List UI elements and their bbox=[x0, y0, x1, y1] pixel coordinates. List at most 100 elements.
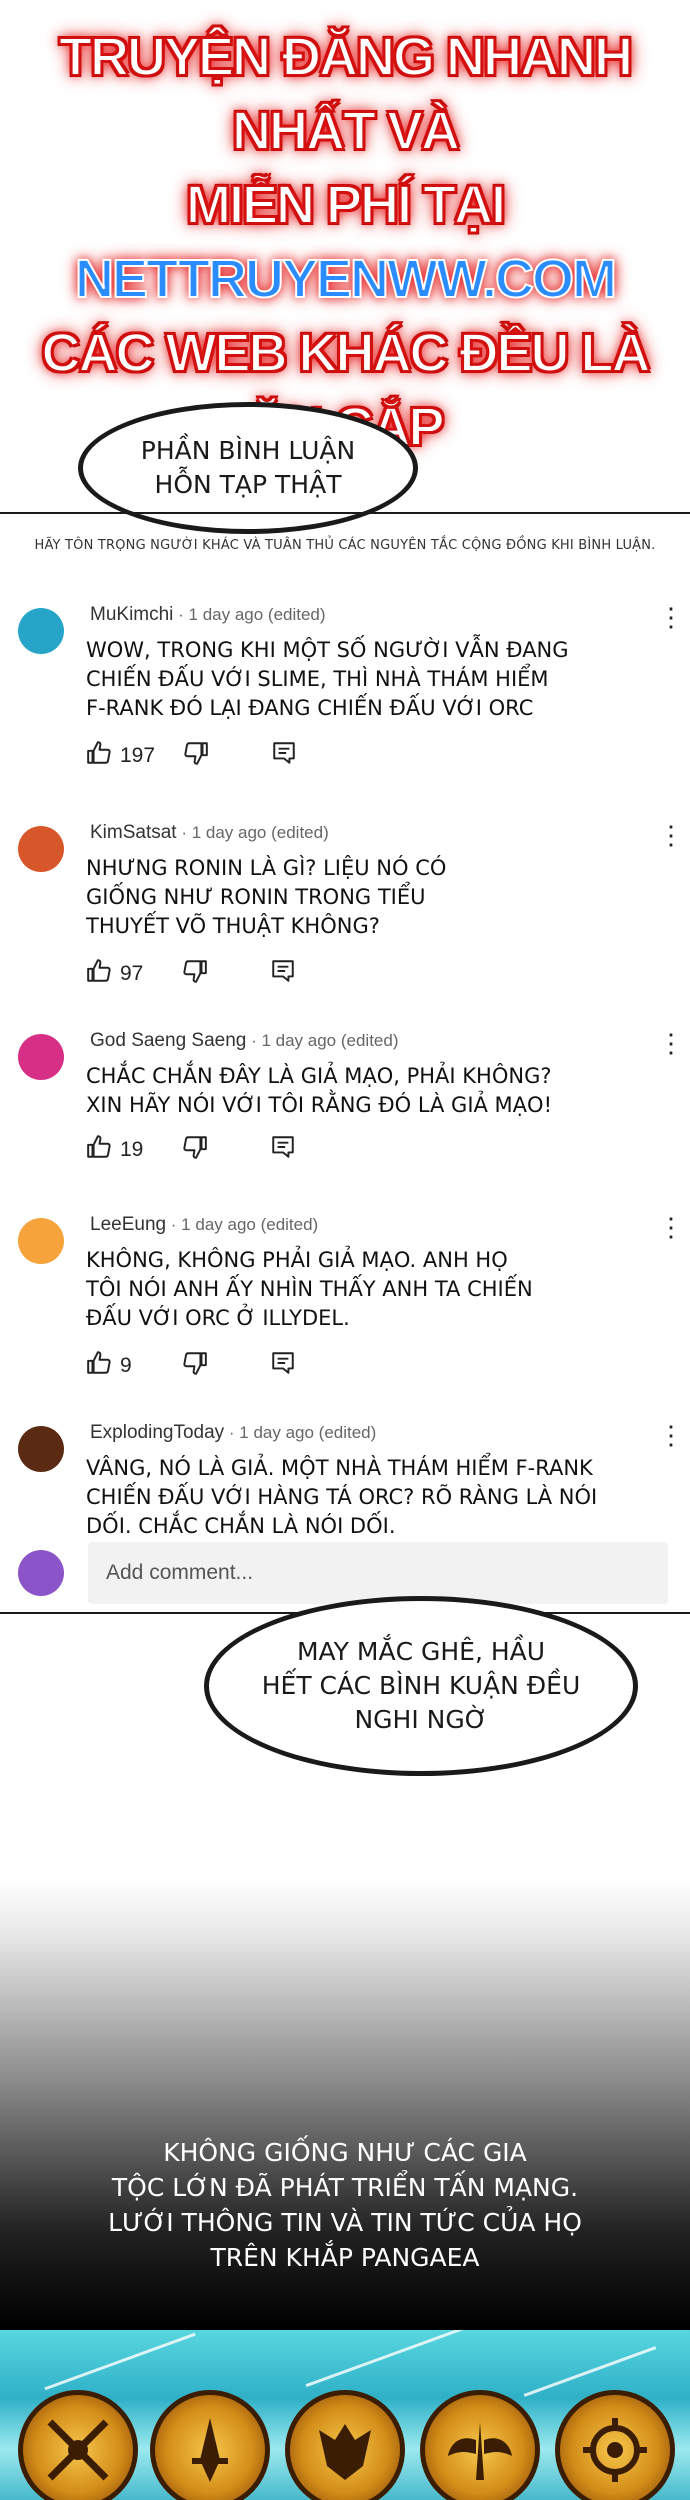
comment-text: KHÔNG, KHÔNG PHẢI GIẢ MẠO. ANH HỌ TÔI NÓI… bbox=[86, 1246, 646, 1333]
thumbs-up-icon bbox=[86, 1350, 112, 1381]
more-vertical-icon[interactable]: ⋮ bbox=[658, 1030, 684, 1060]
comment-text-line: CHIẾN ĐẤU VỚI SLIME, THÌ NHÀ THÁM HIỂM bbox=[86, 667, 549, 691]
banner-line-1: TRUYỆN ĐĂNG NHANH NHẤT VÀ bbox=[58, 26, 634, 162]
dislike-button[interactable] bbox=[182, 958, 208, 989]
guild-emblem-swords bbox=[18, 2390, 138, 2500]
avatar[interactable] bbox=[18, 1426, 64, 1472]
comment-item: KimSatsat · 1 day ago (edited) ⋮ NHƯNG RON… bbox=[18, 822, 684, 985]
thumbs-up-icon bbox=[86, 958, 112, 989]
banner-site-link[interactable]: NETTRUYENWW.COM bbox=[74, 248, 618, 310]
like-count: 97 bbox=[120, 961, 144, 985]
add-comment-input[interactable]: Add comment... bbox=[88, 1542, 668, 1604]
bubble-mid-line-3: NGHI NGỜ bbox=[354, 1705, 488, 1734]
narration-line-4: TRÊN KHẮP PANGAEA bbox=[210, 2243, 480, 2272]
add-comment-row: Add comment... bbox=[18, 1542, 668, 1606]
avatar[interactable] bbox=[18, 1034, 64, 1080]
dislike-button[interactable] bbox=[182, 1134, 208, 1165]
comment-text-line: VÂNG, NÓ LÀ GIẢ. MỘT NHÀ THÁM HIỂM F-RAN… bbox=[86, 1456, 593, 1480]
comment-header: KimSatsat · 1 day ago (edited) bbox=[90, 822, 329, 844]
comment-header: God Saeng Saeng · 1 day ago (edited) bbox=[90, 1030, 399, 1052]
avatar[interactable] bbox=[18, 1218, 64, 1264]
reply-icon bbox=[271, 740, 297, 771]
like-button[interactable]: 9 bbox=[86, 1350, 154, 1381]
comment-actions: 97 bbox=[86, 958, 296, 989]
comment-item: MuKimchi · 1 day ago (edited) ⋮ WOW, TRONG… bbox=[18, 604, 684, 767]
comment-text: VÂNG, NÓ LÀ GIẢ. MỘT NHÀ THÁM HIỂM F-RAN… bbox=[86, 1454, 646, 1541]
comment-text-line: CHẮC CHẮN ĐÂY LÀ GIẢ MẠO, PHẢI KHÔNG? bbox=[86, 1064, 552, 1088]
comment-actions: 9 bbox=[86, 1350, 296, 1381]
watermark-banner: TRUYỆN ĐĂNG NHANH NHẤT VÀ MIỄN PHÍ TẠI N… bbox=[40, 20, 652, 458]
comment-username[interactable]: God Saeng Saeng bbox=[90, 1030, 246, 1051]
reply-icon bbox=[270, 1134, 296, 1165]
narration-line-2: TỘC LỚN ĐÃ PHÁT TRIỂN TẤN MẠNG. bbox=[111, 2173, 579, 2202]
like-button[interactable]: 197 bbox=[86, 740, 155, 771]
narration-caption: KHÔNG GIỐNG NHƯ CÁC GIA TỘC LỚN ĐÃ PHÁT … bbox=[60, 2135, 630, 2275]
reply-button[interactable] bbox=[270, 1134, 296, 1165]
comment-text-line: THUYẾT VÕ THUẬT KHÔNG? bbox=[86, 914, 380, 938]
bubble-top-line-2: HỖN TẠP THẬT bbox=[154, 470, 342, 499]
comment-text-line: KHÔNG, KHÔNG PHẢI GIẢ MẠO. ANH HỌ bbox=[86, 1248, 508, 1272]
comment-actions: 197 bbox=[86, 740, 297, 771]
comment-actions: 19 bbox=[86, 1134, 296, 1165]
comment-item: God Saeng Saeng · 1 day ago (edited) ⋮ CHẮ… bbox=[18, 1030, 684, 1190]
comment-text-line: ĐẤU VỚI ORC Ở ILLYDEL. bbox=[86, 1306, 350, 1330]
bubble-top-line-1: PHẦN BÌNH LUẬN bbox=[140, 436, 356, 465]
comment-item: LeeEung · 1 day ago (edited) ⋮ KHÔNG, KHÔN… bbox=[18, 1214, 684, 1377]
thumbs-down-icon bbox=[182, 1134, 208, 1165]
speech-bubble-mid: MAY MẮC GHÊ, HẦU HẾT CÁC BÌNH KUẬN ĐỀU N… bbox=[204, 1596, 638, 1776]
thumbs-down-icon bbox=[182, 1350, 208, 1381]
comment-text: CHẮC CHẮN ĐÂY LÀ GIẢ MẠO, PHẢI KHÔNG? XIN… bbox=[86, 1062, 646, 1120]
reply-button[interactable] bbox=[270, 958, 296, 989]
comment-text: NHƯNG RONIN LÀ GÌ? LIỆU NÓ CÓ GIỐNG NHƯ R… bbox=[86, 854, 646, 941]
like-count: 197 bbox=[120, 743, 156, 767]
comment-header: LeeEung · 1 day ago (edited) bbox=[90, 1214, 318, 1236]
comment-text-line: F-RANK ĐÓ LẠI ĐANG CHIẾN ĐẤU VỚI ORC bbox=[86, 696, 534, 720]
like-count: 19 bbox=[120, 1137, 144, 1161]
comment-timestamp: · 1 day ago (edited) bbox=[166, 1215, 319, 1234]
light-streak bbox=[44, 2332, 196, 2391]
comment-text-line: GIỐNG NHƯ RONIN TRONG TIỂU bbox=[86, 885, 426, 909]
like-button[interactable]: 97 bbox=[86, 958, 154, 989]
narration-line-1: KHÔNG GIỐNG NHƯ CÁC GIA bbox=[163, 2138, 527, 2167]
like-count: 9 bbox=[120, 1353, 132, 1377]
guild-emblem-blade bbox=[150, 2390, 270, 2500]
comments-top-divider bbox=[0, 512, 690, 514]
comment-username[interactable]: MuKimchi bbox=[90, 604, 173, 625]
reply-icon bbox=[270, 1350, 296, 1381]
comment-username[interactable]: ExplodingToday bbox=[90, 1422, 224, 1443]
comment-username[interactable]: KimSatsat bbox=[90, 822, 177, 843]
more-vertical-icon[interactable]: ⋮ bbox=[658, 604, 684, 634]
comment-timestamp: · 1 day ago (edited) bbox=[173, 605, 326, 624]
bubble-mid-line-1: MAY MẮC GHÊ, HẦU bbox=[296, 1637, 546, 1666]
avatar[interactable] bbox=[18, 826, 64, 872]
banner-line-2: MIỄN PHÍ TẠI NETTRUYENWW.COM bbox=[40, 168, 650, 316]
comment-text: WOW, TRONG KHI MỘT SỐ NGƯỜI VẪN ĐANG CHIẾ… bbox=[86, 636, 646, 723]
more-vertical-icon[interactable]: ⋮ bbox=[658, 822, 684, 852]
thumbs-up-icon bbox=[86, 1134, 112, 1165]
avatar bbox=[18, 1550, 64, 1596]
reply-button[interactable] bbox=[270, 1350, 296, 1381]
light-streak bbox=[305, 2330, 495, 2388]
guild-emblem-crest bbox=[555, 2390, 675, 2500]
comment-timestamp: · 1 day ago (edited) bbox=[176, 823, 329, 842]
reply-icon bbox=[270, 958, 296, 989]
more-vertical-icon[interactable]: ⋮ bbox=[658, 1422, 684, 1452]
comment-text-line: XIN HÃY NÓI VỚI TÔI RẰNG ĐÓ LÀ GIẢ MẠO! bbox=[86, 1093, 552, 1117]
guild-emblem-wings bbox=[420, 2390, 540, 2500]
reply-button[interactable] bbox=[271, 740, 297, 771]
avatar[interactable] bbox=[18, 608, 64, 654]
more-vertical-icon[interactable]: ⋮ bbox=[658, 1214, 684, 1244]
guild-emblems-panel bbox=[0, 2330, 690, 2500]
thumbs-down-icon bbox=[183, 740, 209, 771]
thumbs-up-icon bbox=[86, 740, 112, 771]
light-streak bbox=[523, 2346, 657, 2397]
comment-username[interactable]: LeeEung bbox=[90, 1214, 166, 1235]
comment-timestamp: · 1 day ago (edited) bbox=[246, 1031, 399, 1050]
comment-text-line: CHIẾN ĐẤU VỚI HÀNG TÁ ORC? RÕ RÀNG LÀ NÓ… bbox=[86, 1485, 598, 1509]
bubble-mid-line-2: HẾT CÁC BÌNH KUẬN ĐỀU bbox=[261, 1671, 581, 1700]
narration-line-3: LƯỚI THÔNG TIN VÀ TIN TỨC CỦA HỌ bbox=[108, 2208, 582, 2237]
dislike-button[interactable] bbox=[182, 1350, 208, 1381]
comment-text-line: TÔI NÓI ANH ẤY NHÌN THẤY ANH TA CHIẾN bbox=[86, 1277, 533, 1301]
dislike-button[interactable] bbox=[183, 740, 209, 771]
like-button[interactable]: 19 bbox=[86, 1134, 154, 1165]
